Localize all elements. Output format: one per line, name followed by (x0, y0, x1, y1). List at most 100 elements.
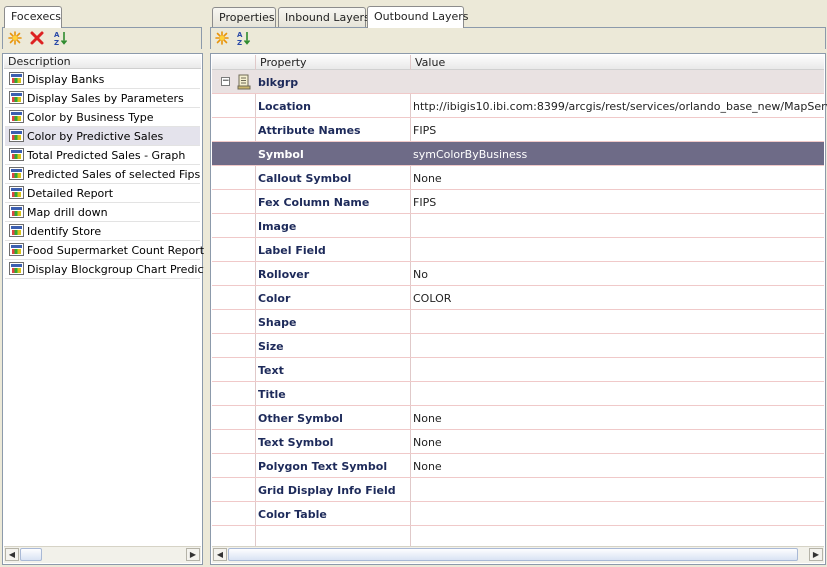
property-name: Other Symbol (258, 412, 343, 425)
focexecs-hscrollbar[interactable]: ◀ ▶ (4, 546, 201, 563)
list-item[interactable]: Display Blockgroup Chart Predictives (5, 260, 230, 279)
property-value[interactable]: None (413, 412, 442, 425)
property-value[interactable]: FIPS (413, 196, 436, 209)
property-row[interactable]: Symbol symColorByBusiness (212, 142, 824, 166)
list-item[interactable]: Display Banks (5, 70, 200, 89)
property-row[interactable]: Image (212, 214, 824, 238)
property-row[interactable]: Rollover No (212, 262, 824, 286)
property-value[interactable]: symColorByBusiness (413, 148, 527, 161)
property-value[interactable]: COLOR (413, 292, 451, 305)
property-row[interactable]: Text Symbol None (212, 430, 824, 454)
property-name: Fex Column Name (258, 196, 370, 209)
scroll-left-icon[interactable]: ◀ (213, 548, 227, 561)
description-column-header[interactable]: Description (4, 55, 201, 69)
property-name: Symbol (258, 148, 304, 161)
property-name: Size (258, 340, 284, 353)
list-item[interactable]: Color by Business Type (5, 108, 200, 127)
property-value[interactable]: FIPS (413, 124, 436, 137)
tab-outbound-layers[interactable]: Outbound Layers (367, 6, 468, 28)
focexecs-toolbar: A Z (2, 27, 202, 49)
property-name: Label Field (258, 244, 326, 257)
property-row[interactable]: Color COLOR (212, 286, 824, 310)
report-icon (9, 72, 24, 85)
list-item-label: Predicted Sales of selected Fips (27, 168, 201, 181)
layer-group-name: blkgrp (258, 76, 299, 89)
list-item[interactable]: Predicted Sales of selected Fips (5, 165, 200, 184)
tab-focexecs[interactable]: Focexecs (4, 6, 62, 28)
property-row[interactable]: Other Symbol None (212, 406, 824, 430)
collapse-icon[interactable]: − (221, 77, 230, 86)
new-layer-icon[interactable] (214, 30, 230, 46)
new-icon[interactable] (7, 30, 23, 46)
property-row[interactable]: Fex Column Name FIPS (212, 190, 824, 214)
svg-text:A: A (237, 31, 243, 39)
list-item[interactable]: Display Sales by Parameters (5, 89, 200, 108)
property-name: Shape (258, 316, 297, 329)
list-item-label: Detailed Report (27, 187, 114, 200)
property-row[interactable]: Text (212, 358, 824, 382)
property-row[interactable]: Location http://ibigis10.ibi.com:8399/arc… (212, 94, 827, 118)
svg-text:A: A (54, 31, 60, 39)
report-icon (9, 167, 24, 180)
scroll-thumb[interactable] (20, 548, 42, 561)
property-grid[interactable]: Property Value − blkgrp Location http://i… (210, 53, 827, 565)
list-item[interactable]: Color by Predictive Sales (5, 127, 200, 146)
property-row[interactable]: Polygon Text Symbol None (212, 454, 824, 478)
scroll-left-icon[interactable]: ◀ (5, 548, 19, 561)
list-item[interactable]: Identify Store (5, 222, 200, 241)
tab-properties-label: Properties (219, 11, 275, 24)
property-name: Image (258, 220, 297, 233)
property-value[interactable]: http://ibigis10.ibi.com:8399/arcgis/rest… (413, 100, 827, 113)
list-item[interactable]: Map drill down (5, 203, 200, 222)
value-column-header[interactable]: Value (415, 56, 445, 69)
property-name: Attribute Names (258, 124, 361, 137)
property-row[interactable]: Title (212, 382, 824, 406)
property-row[interactable]: Attribute Names FIPS (212, 118, 824, 142)
property-row[interactable]: Color Table (212, 502, 824, 526)
property-name: Color Table (258, 508, 327, 521)
report-icon (9, 243, 24, 256)
property-name: Rollover (258, 268, 310, 281)
svg-text:Z: Z (237, 39, 242, 46)
layer-group-row[interactable]: − blkgrp (212, 70, 824, 94)
sort-az-icon[interactable]: A Z (236, 30, 252, 46)
property-name: Text Symbol (258, 436, 334, 449)
scroll-thumb[interactable] (228, 548, 798, 561)
list-item-label: Display Sales by Parameters (27, 92, 184, 105)
layer-icon (237, 74, 251, 90)
property-value[interactable]: None (413, 172, 442, 185)
property-column-header[interactable]: Property (260, 56, 307, 69)
focexecs-list[interactable]: Description Display Banks Display Sales b… (2, 53, 230, 565)
property-name: Callout Symbol (258, 172, 352, 185)
property-row[interactable]: Label Field (212, 238, 824, 262)
property-value[interactable]: None (413, 436, 442, 449)
property-row[interactable]: Grid Display Info Field (212, 478, 824, 502)
delete-icon[interactable] (29, 30, 45, 46)
property-value[interactable]: No (413, 268, 428, 281)
list-item-label: Map drill down (27, 206, 108, 219)
report-icon (9, 110, 24, 123)
property-name: Text (258, 364, 284, 377)
report-icon (9, 129, 24, 142)
property-name: Polygon Text Symbol (258, 460, 388, 473)
tab-inbound-layers[interactable]: Inbound Layers (278, 7, 370, 27)
property-row[interactable]: Size (212, 334, 824, 358)
list-item[interactable]: Detailed Report (5, 184, 200, 203)
property-name: Location (258, 100, 311, 113)
property-grid-hscrollbar[interactable]: ◀ ▶ (212, 546, 824, 563)
sort-az-icon[interactable]: A Z (53, 30, 69, 46)
report-icon (9, 205, 24, 218)
property-name: Title (258, 388, 286, 401)
description-header-label: Description (8, 55, 71, 68)
scroll-right-icon[interactable]: ▶ (186, 548, 200, 561)
property-grid-header: Property Value (212, 55, 824, 70)
property-row[interactable]: Callout Symbol None (212, 166, 824, 190)
scroll-right-icon[interactable]: ▶ (809, 548, 823, 561)
tab-properties[interactable]: Properties (212, 7, 276, 27)
property-name: Color (258, 292, 291, 305)
list-item[interactable]: Food Supermarket Count Report (5, 241, 204, 260)
property-value[interactable]: None (413, 460, 442, 473)
list-item-label: Display Blockgroup Chart Predictives (27, 263, 230, 276)
list-item[interactable]: Total Predicted Sales - Graph (5, 146, 200, 165)
property-row[interactable]: Shape (212, 310, 824, 334)
